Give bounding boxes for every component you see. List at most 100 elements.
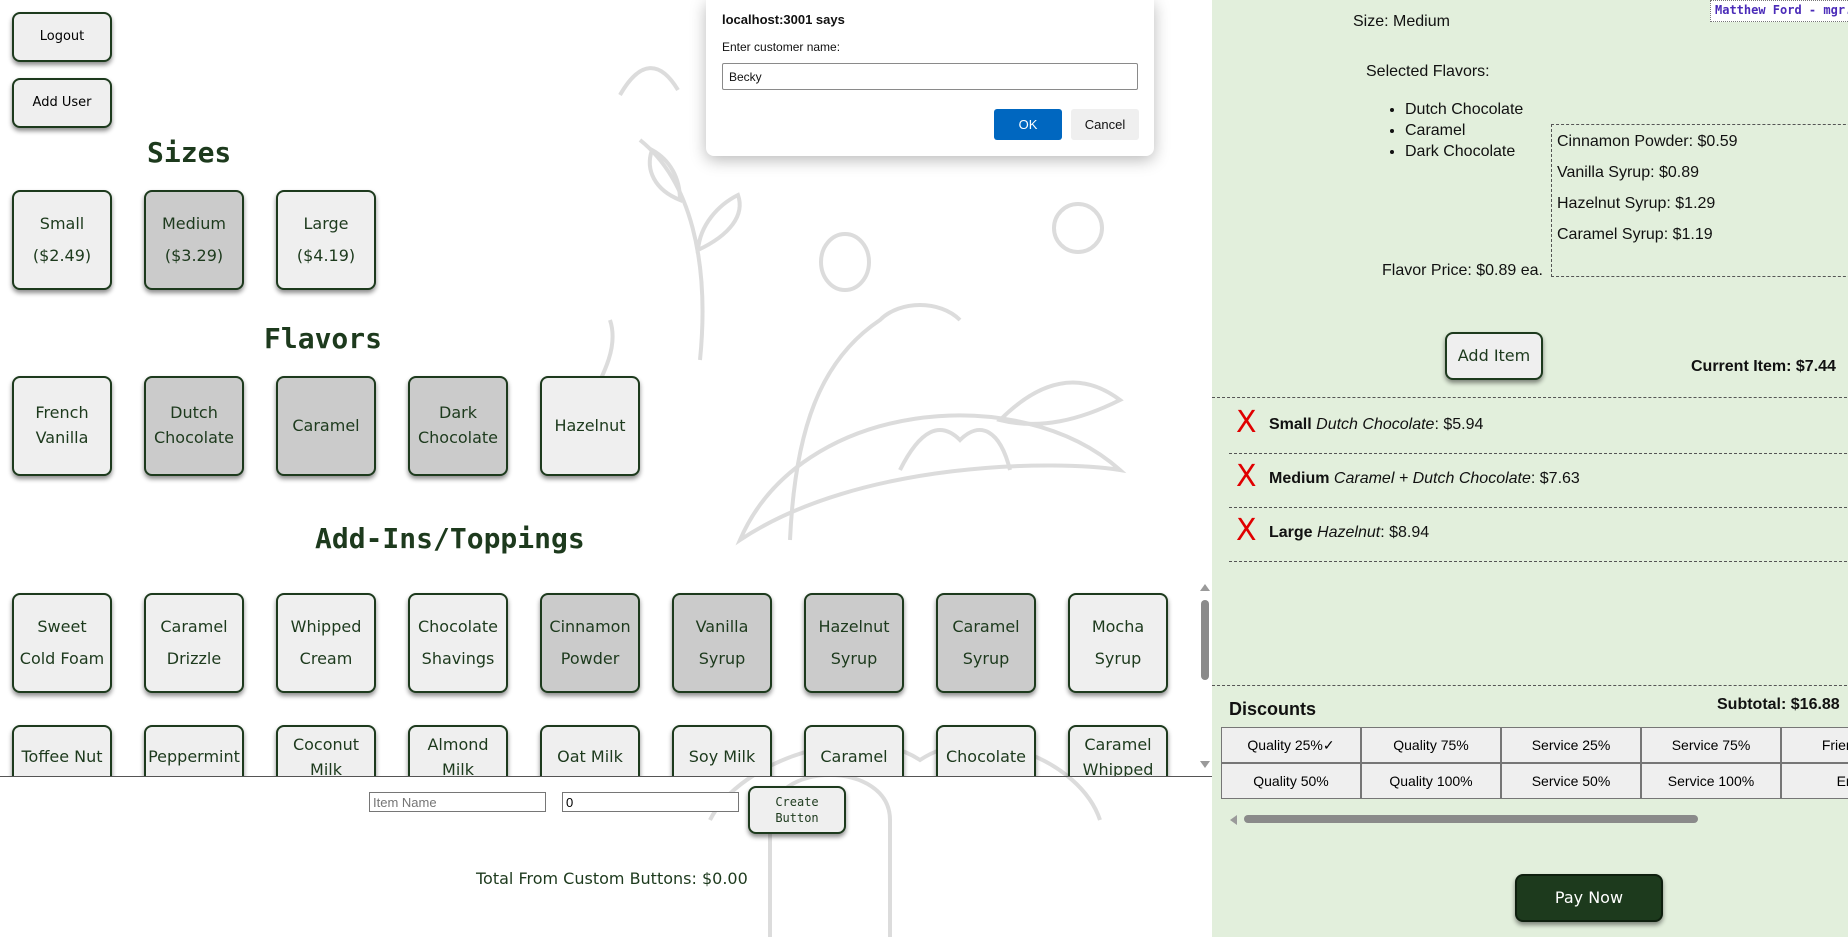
addins-price-box: Cinnamon Powder: $0.59 Vanilla Syrup: $0… bbox=[1551, 124, 1848, 277]
order-item-size: Large bbox=[1269, 524, 1313, 541]
flavor-hazelnut-button[interactable]: Hazelnut bbox=[540, 376, 640, 476]
order-item-price: : $7.63 bbox=[1530, 470, 1580, 487]
size-small-button[interactable]: Small ($2.49) bbox=[12, 190, 112, 290]
order-item-flavors: Dutch Chocolate bbox=[1316, 416, 1435, 433]
addin-soy-milk-button[interactable]: Soy Milk bbox=[672, 725, 772, 776]
discounts-scrollbar-thumb[interactable] bbox=[1244, 815, 1698, 823]
user-label: Matthew Ford - mgr. bbox=[1710, 0, 1848, 22]
order-item-flavors: Hazelnut bbox=[1317, 524, 1381, 541]
addin-caramel-drizzle-button[interactable]: Caramel Drizzle bbox=[144, 593, 244, 693]
remove-item-icon[interactable]: X bbox=[1236, 516, 1257, 546]
dialog-cancel-button[interactable]: Cancel bbox=[1071, 109, 1139, 140]
addin-toffee-nut-button[interactable]: Toffee Nut bbox=[12, 725, 112, 776]
order-item-price: : $8.94 bbox=[1380, 524, 1430, 541]
order-item-price: : $5.94 bbox=[1434, 416, 1484, 433]
order-item-size: Small bbox=[1269, 416, 1312, 433]
discounts-divider bbox=[1212, 685, 1848, 686]
pay-now-button[interactable]: Pay Now bbox=[1515, 874, 1663, 922]
addin-cinnamon-powder-button[interactable]: Cinnamon Powder bbox=[540, 593, 640, 693]
flavor-french-vanilla-button[interactable]: French Vanilla bbox=[12, 376, 112, 476]
discount-service-25-button[interactable]: Service 25% bbox=[1501, 727, 1641, 763]
scroll-left-arrow-icon[interactable] bbox=[1230, 815, 1237, 825]
size-large-button[interactable]: Large ($4.19) bbox=[276, 190, 376, 290]
addin-hazelnut-syrup-button[interactable]: Hazelnut Syrup bbox=[804, 593, 904, 693]
order-item-divider bbox=[1229, 507, 1848, 508]
size-name: Medium bbox=[162, 214, 226, 233]
addin-chocolate-shavings-button[interactable]: Chocolate Shavings bbox=[408, 593, 508, 693]
discount-quality-50-button[interactable]: Quality 50% bbox=[1221, 763, 1361, 799]
addin-vanilla-syrup-button[interactable]: Vanilla Syrup bbox=[672, 593, 772, 693]
item-name-input[interactable] bbox=[369, 792, 546, 812]
addin-caramel-whipped-button[interactable]: Caramel Whipped bbox=[1068, 725, 1168, 776]
selected-flavor-item: Dutch Chocolate bbox=[1405, 99, 1523, 120]
selected-flavor-item: Dark Chocolate bbox=[1405, 141, 1523, 162]
order-item: Large Hazelnut: $8.94 bbox=[1269, 524, 1429, 542]
addin-whipped-cream-button[interactable]: Whipped Cream bbox=[276, 593, 376, 693]
addin-mocha-syrup-button[interactable]: Mocha Syrup bbox=[1068, 593, 1168, 693]
discounts-scrollbar[interactable] bbox=[1226, 812, 1848, 826]
addin-price-item: Cinnamon Powder: $0.59 bbox=[1557, 133, 1738, 150]
discount-service-75-button[interactable]: Service 75% bbox=[1641, 727, 1781, 763]
selected-flavors-list: Dutch Chocolate Caramel Dark Chocolate bbox=[1405, 99, 1523, 162]
addin-price-item: Vanilla Syrup: $0.89 bbox=[1557, 164, 1700, 181]
size-medium-button[interactable]: Medium ($3.29) bbox=[144, 190, 244, 290]
order-item-size: Medium bbox=[1269, 470, 1330, 487]
addin-peppermint-button[interactable]: Peppermint bbox=[144, 725, 244, 776]
customer-name-input[interactable] bbox=[722, 63, 1138, 90]
scroll-down-arrow-icon[interactable] bbox=[1200, 761, 1210, 768]
addins-heading: Add-Ins/Toppings bbox=[315, 522, 585, 555]
addin-price-item: Hazelnut Syrup: $1.29 bbox=[1557, 195, 1716, 212]
addin-oat-milk-button[interactable]: Oat Milk bbox=[540, 725, 640, 776]
flavors-heading: Flavors bbox=[264, 322, 383, 355]
item-price-input[interactable] bbox=[562, 792, 739, 812]
discount-service-100-button[interactable]: Service 100% bbox=[1641, 763, 1781, 799]
create-button[interactable]: Create Button bbox=[748, 786, 846, 834]
addin-caramel-button[interactable]: Caramel bbox=[804, 725, 904, 776]
add-item-button[interactable]: Add Item bbox=[1445, 332, 1543, 380]
menu-divider bbox=[0, 776, 1212, 777]
order-item-divider bbox=[1229, 453, 1848, 454]
menu-scrollbar[interactable] bbox=[1198, 580, 1212, 776]
selected-flavor-item: Caramel bbox=[1405, 120, 1523, 141]
size-price: ($2.49) bbox=[32, 246, 92, 265]
size-name: Small bbox=[39, 214, 85, 233]
custom-buttons-total: Total From Custom Buttons: $0.00 bbox=[476, 869, 748, 888]
remove-item-icon[interactable]: X bbox=[1236, 408, 1257, 438]
order-item-divider bbox=[1229, 561, 1848, 562]
order-divider bbox=[1212, 397, 1848, 398]
flavor-price: Flavor Price: $0.89 ea. bbox=[1382, 262, 1543, 279]
dialog-title: localhost:3001 says bbox=[722, 12, 845, 27]
order-panel: Matthew Ford - mgr. Size: Medium Selecte… bbox=[1212, 0, 1848, 937]
addin-chocolate-button[interactable]: Chocolate bbox=[936, 725, 1036, 776]
addin-price-item: Caramel Syrup: $1.19 bbox=[1557, 226, 1713, 243]
current-item-total: Current Item: $7.44 bbox=[1691, 358, 1836, 375]
flavor-caramel-button[interactable]: Caramel bbox=[276, 376, 376, 476]
discount-quality-25-button[interactable]: Quality 25%✓ bbox=[1221, 727, 1361, 763]
flavor-dark-chocolate-button[interactable]: Dark Chocolate bbox=[408, 376, 508, 476]
flavor-dutch-chocolate-button[interactable]: Dutch Chocolate bbox=[144, 376, 244, 476]
discounts-heading: Discounts bbox=[1229, 699, 1317, 719]
discount-quality-100-button[interactable]: Quality 100% bbox=[1361, 763, 1501, 799]
size-price: ($3.29) bbox=[164, 246, 224, 265]
size-price: ($4.19) bbox=[296, 246, 356, 265]
dialog-ok-button[interactable]: OK bbox=[994, 109, 1062, 140]
discount-friends-a-button[interactable]: Friends a bbox=[1781, 727, 1848, 763]
remove-item-icon[interactable]: X bbox=[1236, 462, 1257, 492]
addin-caramel-syrup-button[interactable]: Caramel Syrup bbox=[936, 593, 1036, 693]
sizes-heading: Sizes bbox=[147, 136, 232, 169]
discount-service-50-button[interactable]: Service 50% bbox=[1501, 763, 1641, 799]
addin-sweet-cold-foam-button[interactable]: Sweet Cold Foam bbox=[12, 593, 112, 693]
discount-quality-75-button[interactable]: Quality 75% bbox=[1361, 727, 1501, 763]
addin-coconut-milk-button[interactable]: Coconut Milk bbox=[276, 725, 376, 776]
size-name: Large bbox=[303, 214, 349, 233]
order-item: Small Dutch Chocolate: $5.94 bbox=[1269, 416, 1483, 434]
scrollbar-thumb[interactable] bbox=[1201, 600, 1209, 680]
order-item-flavors: Caramel + Dutch Chocolate bbox=[1333, 470, 1531, 487]
dialog-message: Enter customer name: bbox=[722, 40, 841, 54]
scroll-up-arrow-icon[interactable] bbox=[1200, 584, 1210, 591]
subtotal: Subtotal: $16.88 bbox=[1717, 696, 1840, 713]
prompt-dialog: localhost:3001 says Enter customer name:… bbox=[706, 0, 1154, 156]
addin-almond-milk-button[interactable]: Almond Milk bbox=[408, 725, 508, 776]
discount-emp-button[interactable]: Emp bbox=[1781, 763, 1848, 799]
current-size: Size: Medium bbox=[1353, 13, 1450, 30]
